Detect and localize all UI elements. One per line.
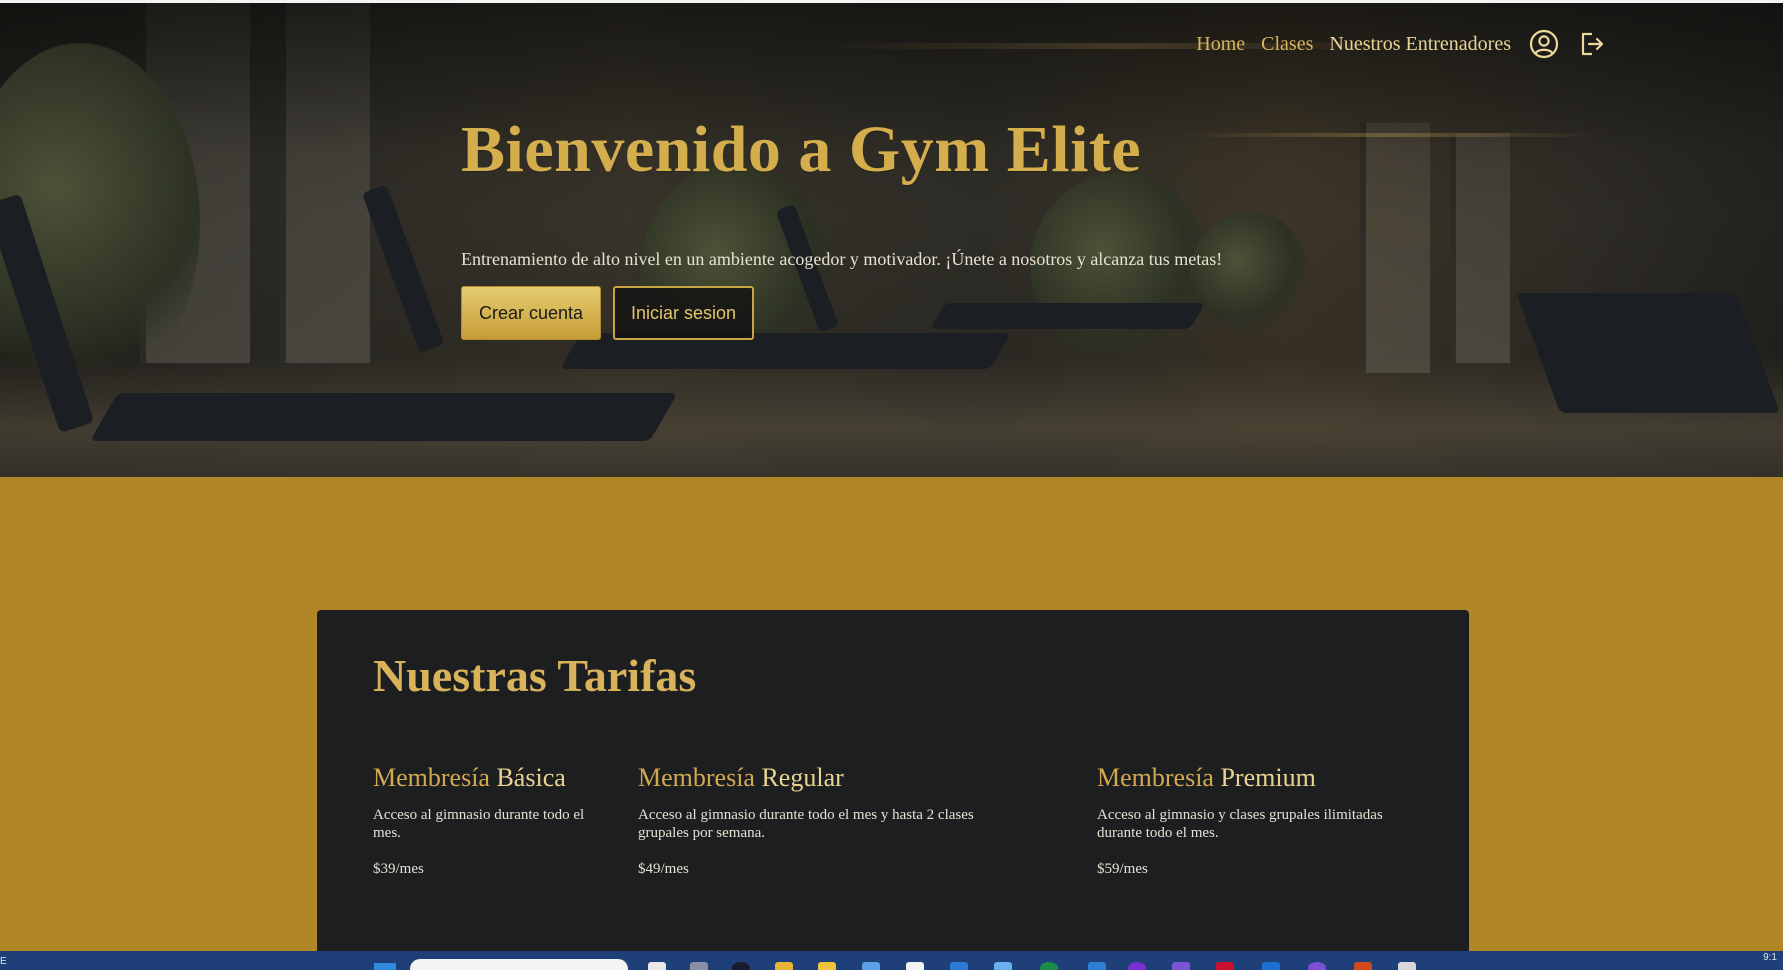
hero-background-treadmill	[1516, 293, 1780, 413]
nav-home-link[interactable]: Home	[1196, 30, 1245, 58]
taskbar-app-icon[interactable]	[994, 962, 1012, 970]
plan-regular-description: Acceso al gimnasio durante todo el mes y…	[638, 807, 974, 841]
taskbar-app-icon[interactable]	[690, 962, 708, 970]
taskbar-app-icon[interactable]	[1216, 962, 1234, 970]
folder-icon[interactable]	[818, 962, 836, 970]
plan-regular: Membresía Regular Acceso al gimnasio dur…	[638, 762, 1028, 878]
logout-icon[interactable]	[1577, 29, 1607, 59]
taskbar-search-input[interactable]	[410, 959, 628, 970]
taskbar-app-icon[interactable]	[1398, 962, 1416, 970]
plan-premium-price: $59/mes	[1097, 861, 1148, 877]
hero-background-treadmill	[361, 184, 445, 353]
plan-name-tier: Regular	[761, 763, 844, 792]
taskbar-app-icon[interactable]	[732, 962, 750, 970]
hero-background-treadmill	[930, 303, 1206, 329]
hero-background-window	[1360, 123, 1430, 373]
taskbar-app-icon[interactable]	[950, 962, 968, 970]
plan-regular-name: Membresía Regular	[638, 762, 1028, 794]
plan-name-tier: Básica	[496, 763, 566, 792]
create-account-button[interactable]: Crear cuenta	[461, 286, 601, 340]
taskbar-app-icon[interactable]	[1040, 962, 1058, 970]
plan-basic-name: Membresía Básica	[373, 762, 593, 794]
hero-title: Bienvenido a Gym Elite	[461, 113, 1142, 186]
taskbar-clock: 9:1	[1763, 952, 1777, 963]
hero-background-window	[1450, 133, 1510, 363]
taskbar-app-icon[interactable]	[1128, 962, 1146, 970]
taskbar-app-icon[interactable]	[862, 962, 880, 970]
main-nav: Home Clases Nuestros Entrenadores	[1180, 27, 1607, 61]
plan-premium: Membresía Premium Acceso al gimnasio y c…	[1097, 762, 1427, 878]
plan-basic-price: $39/mes	[373, 861, 424, 877]
plan-premium-name: Membresía Premium	[1097, 762, 1427, 794]
user-circle-icon[interactable]	[1529, 29, 1559, 59]
plan-basic-description: Acceso al gimnasio durante todo el mes.	[373, 807, 585, 841]
plan-regular-price: $49/mes	[638, 861, 689, 877]
plan-name-prefix: Membresía	[638, 763, 755, 792]
plan-name-prefix: Membresía	[373, 763, 490, 792]
taskbar-app-icon[interactable]	[1354, 962, 1372, 970]
hero-subtitle: Entrenamiento de alto nivel en un ambien…	[461, 249, 1223, 269]
plan-name-tier: Premium	[1220, 763, 1316, 792]
plan-name-prefix: Membresía	[1097, 763, 1214, 792]
taskbar-app-icon[interactable]	[906, 962, 924, 970]
taskbar-app-icon[interactable]	[1262, 962, 1280, 970]
pricing-title: Nuestras Tarifas	[373, 650, 697, 701]
os-taskbar: E 9:1	[0, 951, 1783, 970]
windows-start-icon[interactable]	[374, 963, 396, 970]
taskbar-app-icon[interactable]	[1088, 962, 1106, 970]
taskbar-app-icon[interactable]	[775, 962, 793, 970]
hero-background-treadmill	[90, 393, 678, 441]
hero-section: Home Clases Nuestros Entrenadores Bienve…	[0, 3, 1783, 477]
nav-trainers-link[interactable]: Nuestros Entrenadores	[1329, 30, 1511, 58]
taskbar-app-icon[interactable]	[1308, 962, 1326, 970]
taskbar-app-icon[interactable]	[1172, 962, 1190, 970]
login-button[interactable]: Iniciar sesion	[613, 286, 754, 340]
nav-classes-link[interactable]: Clases	[1261, 30, 1313, 58]
plan-basic: Membresía Básica Acceso al gimnasio dura…	[373, 762, 593, 878]
taskbar-app-icon[interactable]	[648, 962, 666, 970]
hero-background-plant	[1190, 213, 1310, 333]
taskbar-left-edge: E	[0, 956, 7, 967]
plan-premium-description: Acceso al gimnasio y clases grupales ili…	[1097, 807, 1383, 841]
pricing-card: Nuestras Tarifas Membresía Básica Acceso…	[317, 610, 1469, 970]
